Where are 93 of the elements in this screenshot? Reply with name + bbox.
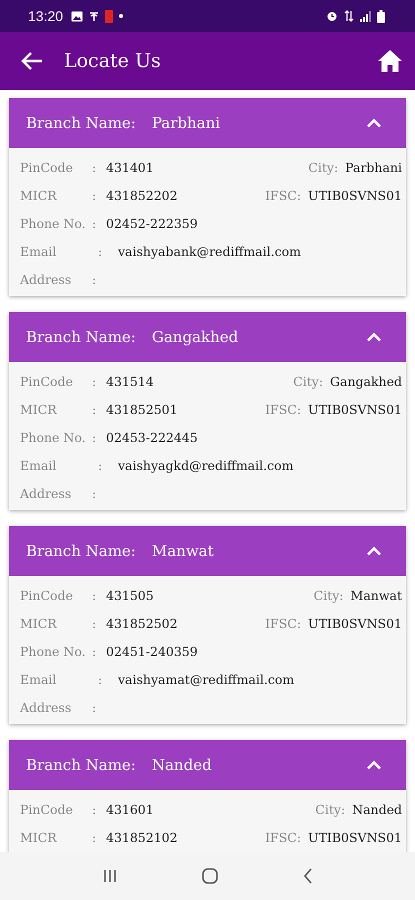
field-value: 431852202 (106, 188, 178, 202)
field-label: PinCode (20, 374, 74, 388)
field-label: MICR (20, 402, 58, 416)
field-label: Address (20, 700, 72, 714)
separator: : (92, 616, 98, 630)
field-value: Gangakhed (330, 374, 402, 388)
status-time: 13:20 (28, 8, 64, 24)
branch-name: Manwat (152, 542, 214, 560)
field-label: Email (20, 458, 58, 472)
field-label: Phone No. (20, 216, 87, 230)
separator: : (92, 374, 98, 388)
field-label: Address (20, 486, 72, 500)
separator: : (92, 188, 98, 202)
field-label: MICR (20, 616, 58, 630)
field-label: City: (314, 588, 344, 602)
separator: : (92, 402, 98, 416)
separator: : (92, 272, 98, 286)
field-label: Phone No. (20, 644, 87, 658)
field-label: Address (20, 272, 72, 286)
field-label: Email (20, 244, 58, 258)
field-value: UTIB0SVNS01 (308, 402, 402, 416)
separator: : (92, 802, 98, 816)
field-label: IFSC: (265, 402, 302, 416)
field-label: IFSC: (265, 830, 302, 844)
home-icon[interactable] (377, 49, 403, 73)
field-value: 431401 (106, 160, 154, 174)
branch-header[interactable]: Branch Name: Parbhani (9, 98, 406, 148)
field-label: City: (308, 160, 338, 174)
field-value: vaishyamat@rediffmail.com (118, 672, 294, 686)
recent-apps-icon[interactable] (102, 869, 116, 883)
screen-title: Locate Us (64, 50, 161, 72)
branch-header[interactable]: Branch Name: Gangakhed (9, 312, 406, 362)
separator: : (92, 644, 98, 658)
field-value: 431852102 (106, 830, 178, 844)
field-value: UTIB0SVNS01 (308, 616, 402, 630)
branch-name-label: Branch Name: (26, 328, 136, 346)
field-label: MICR (20, 830, 58, 844)
separator: : (92, 588, 98, 602)
separator: : (97, 458, 104, 472)
field-value: vaishyabank@rediffmail.com (118, 244, 301, 258)
field-label: Email (20, 672, 58, 686)
chevron-up-icon[interactable] (366, 760, 382, 770)
chevron-up-icon[interactable] (366, 546, 382, 556)
separator: : (92, 430, 98, 444)
field-label: IFSC: (265, 616, 302, 630)
branch-header[interactable]: Branch Name: Nanded (9, 740, 406, 790)
field-value: 431601 (106, 802, 154, 816)
home-button-icon[interactable] (202, 868, 218, 884)
branch-name: Parbhani (152, 114, 220, 132)
alarm-icon (326, 10, 338, 22)
field-value: 02451-240359 (106, 644, 198, 658)
field-value: Manwat (350, 588, 402, 602)
separator: : (92, 160, 98, 174)
branch-name: Gangakhed (152, 328, 238, 346)
field-value: Parbhani (345, 160, 402, 174)
data-icon (344, 10, 354, 22)
signal-icon (360, 10, 371, 22)
back-button-icon[interactable] (302, 868, 312, 884)
field-value: 02453-222445 (106, 430, 198, 444)
field-label: PinCode (20, 588, 74, 602)
battery-icon (377, 10, 385, 22)
branch-name-label: Branch Name: (26, 542, 136, 560)
dot-icon (119, 14, 124, 18)
chevron-up-icon[interactable] (366, 118, 382, 128)
image-icon (71, 10, 84, 22)
field-value: vaishyagkd@rediffmail.com (118, 458, 294, 472)
field-value: 02452-222359 (106, 216, 198, 230)
separator: : (92, 216, 98, 230)
back-icon[interactable] (20, 51, 44, 71)
field-label: Phone No. (20, 430, 87, 444)
chevron-up-icon[interactable] (366, 332, 382, 342)
field-value: Nanded (352, 802, 402, 816)
field-label: City: (293, 374, 324, 388)
separator: : (97, 672, 104, 686)
field-value: UTIB0SVNS01 (308, 188, 402, 202)
field-value: 431505 (106, 588, 154, 602)
field-label: City: (315, 802, 346, 816)
field-value: 431852501 (106, 402, 178, 416)
branch-header[interactable]: Branch Name: Manwat (9, 526, 406, 576)
field-label: PinCode (20, 160, 74, 174)
field-label: PinCode (20, 802, 74, 816)
field-value: 431852502 (106, 616, 178, 630)
field-label: MICR (20, 188, 58, 202)
branch-name: Nanded (152, 756, 212, 774)
field-value: UTIB0SVNS01 (308, 830, 402, 844)
field-label: IFSC: (265, 188, 302, 202)
branch-name-label: Branch Name: (26, 756, 136, 774)
separator: : (92, 486, 98, 500)
branch-name-label: Branch Name: (26, 114, 136, 132)
field-value: 431514 (106, 374, 154, 388)
separator: : (97, 244, 104, 258)
separator: : (92, 700, 98, 714)
separator: : (92, 830, 98, 844)
